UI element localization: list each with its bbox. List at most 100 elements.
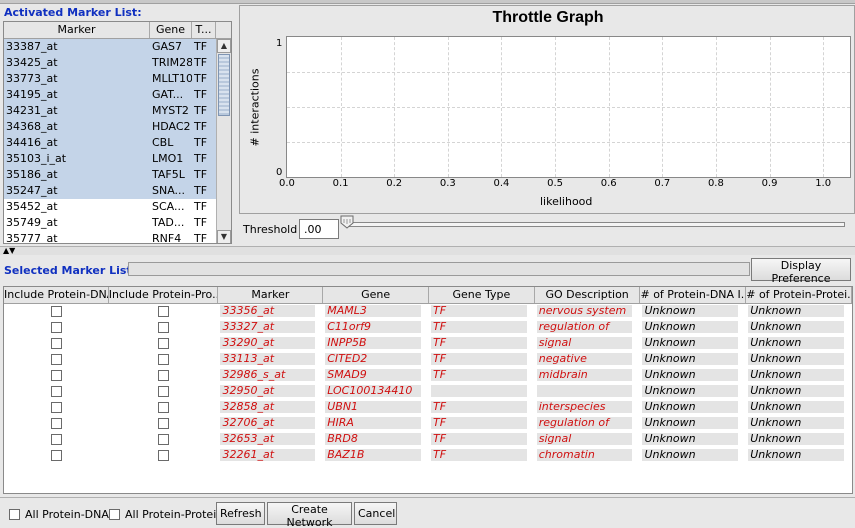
include-protein-protein-checkbox[interactable] xyxy=(158,338,170,349)
table-row[interactable]: 32653_at BRD8 TF signal Unknown Unknown xyxy=(4,432,852,448)
column-header-gene[interactable]: Gene xyxy=(150,22,192,38)
table-row[interactable]: 33113_at CITED2 TF negative Unknown Unknown xyxy=(4,352,852,368)
x-tick-label: 0.2 xyxy=(386,178,403,189)
table-row[interactable]: 35186_at TAF5L TF xyxy=(4,167,231,183)
activated-marker-table[interactable]: Marker Gene T... 33387_at GAS7 TF 33425_at T… xyxy=(3,21,232,244)
table-row[interactable]: 35103_i_at LMO1 TF xyxy=(4,151,231,167)
column-header-protein-protein-count[interactable]: # of Protein-Protei... xyxy=(746,287,852,303)
protein-protein-count-cell: Unknown xyxy=(746,320,852,336)
table-row[interactable]: 34195_at GAT... TF xyxy=(4,87,231,103)
include-protein-dna-checkbox[interactable] xyxy=(50,386,62,397)
column-header-marker[interactable]: Marker xyxy=(4,22,150,38)
create-network-button[interactable]: Create Network xyxy=(267,502,352,528)
table-row[interactable]: 33773_at MLLT10 TF xyxy=(4,71,231,87)
include-protein-protein-checkbox[interactable] xyxy=(158,306,170,317)
table-row[interactable]: 35777_at RNF4 TF xyxy=(4,231,231,243)
panel-splitter[interactable]: ▲▼ xyxy=(0,246,855,255)
include-protein-protein-checkbox[interactable] xyxy=(158,418,170,429)
include-protein-dna-checkbox[interactable] xyxy=(50,402,62,413)
selected-table-body: 33356_at MAML3 TF nervous system Unknown Unkn… xyxy=(4,304,852,464)
column-header-go-description[interactable]: GO Description xyxy=(535,287,641,303)
display-preference-button[interactable]: Display Preference xyxy=(751,258,851,285)
include-protein-protein-checkbox[interactable] xyxy=(158,450,170,461)
type-cell: TF xyxy=(194,88,208,101)
column-header-type[interactable]: T... xyxy=(192,22,216,38)
protein-protein-count-cell-text: Unknown xyxy=(748,401,844,413)
include-protein-protein-checkbox[interactable] xyxy=(158,322,170,333)
scrollbar-thumb[interactable] xyxy=(218,54,230,116)
table-row[interactable]: 35452_at SCA... TF xyxy=(4,199,231,215)
include-protein-protein-checkbox[interactable] xyxy=(158,370,170,381)
column-header-gene-type[interactable]: Gene Type xyxy=(429,287,535,303)
table-row[interactable]: 34416_at CBL TF xyxy=(4,135,231,151)
include-protein-dna-checkbox[interactable] xyxy=(50,434,62,445)
protein-dna-count-cell-text: Unknown xyxy=(642,337,739,349)
all-protein-protein-checkbox[interactable] xyxy=(109,509,120,520)
table-row[interactable]: 34368_at HDAC2 TF xyxy=(4,119,231,135)
include-protein-protein-checkbox[interactable] xyxy=(158,434,170,445)
bottom-toolbar: All Protein-DNA All Protein-Protein Refr… xyxy=(0,497,855,528)
gene-type-cell: TF xyxy=(429,304,535,320)
activated-list-scrollbar[interactable]: ▲ ▼ xyxy=(216,39,231,243)
threshold-slider-track[interactable] xyxy=(345,222,845,227)
threshold-slider-thumb[interactable] xyxy=(340,215,354,229)
gene-cell: MAML3 xyxy=(323,304,429,320)
all-protein-dna-checkbox[interactable] xyxy=(9,509,20,520)
include-protein-dna-checkbox[interactable] xyxy=(50,322,62,333)
include-protein-protein-cell xyxy=(109,352,219,368)
column-header-marker[interactable]: Marker xyxy=(218,287,324,303)
include-protein-dna-checkbox[interactable] xyxy=(50,306,62,317)
cancel-button[interactable]: Cancel xyxy=(354,502,397,525)
table-row[interactable]: 33327_at C11orf9 TF regulation of Unknown Unk… xyxy=(4,320,852,336)
column-header-include-protein-protein[interactable]: Include Protein-Pro... xyxy=(109,287,219,303)
go-description-cell-text: midbrain xyxy=(536,369,633,381)
scroll-up-button[interactable]: ▲ xyxy=(217,39,231,53)
table-row[interactable]: 35749_at TAD... TF xyxy=(4,215,231,231)
protein-dna-count-cell-text: Unknown xyxy=(642,449,739,461)
include-protein-protein-checkbox[interactable] xyxy=(158,354,170,365)
table-row[interactable]: 32950_at LOC100134410 Unknown Unknown xyxy=(4,384,852,400)
go-description-cell: signal xyxy=(535,336,641,352)
table-row[interactable]: 32706_at HIRA TF regulation of Unknown Unknow… xyxy=(4,416,852,432)
go-description-cell: regulation of xyxy=(535,416,641,432)
column-header-include-protein-dna[interactable]: Include Protein-DNA xyxy=(4,287,109,303)
go-description-cell-text: chromatin xyxy=(536,449,633,461)
column-header-protein-dna-count[interactable]: # of Protein-DNA I... xyxy=(640,287,747,303)
scroll-down-button[interactable]: ▼ xyxy=(217,230,231,243)
marker-cell: 35247_at xyxy=(6,184,58,197)
threshold-input[interactable] xyxy=(299,219,339,239)
include-protein-protein-cell xyxy=(109,368,219,384)
table-row[interactable]: 35247_at SNA... TF xyxy=(4,183,231,199)
protein-protein-count-cell: Unknown xyxy=(746,304,852,320)
go-description-cell xyxy=(535,384,641,400)
type-cell: TF xyxy=(194,56,208,69)
include-protein-protein-checkbox[interactable] xyxy=(158,386,170,397)
marker-cell: 33387_at xyxy=(6,40,58,53)
marker-cell: 32858_at xyxy=(218,400,323,416)
table-row[interactable]: 33290_at INPP5B TF signal Unknown Unknown xyxy=(4,336,852,352)
table-row[interactable]: 33425_at TRIM28 TF xyxy=(4,55,231,71)
include-protein-dna-checkbox[interactable] xyxy=(50,354,62,365)
include-protein-dna-checkbox[interactable] xyxy=(50,450,62,461)
gene-cell-text: CITED2 xyxy=(325,353,421,365)
protein-protein-count-cell-text: Unknown xyxy=(748,417,844,429)
table-row[interactable]: 34231_at MYST2 TF xyxy=(4,103,231,119)
table-row[interactable]: 33356_at MAML3 TF nervous system Unknown Unkn… xyxy=(4,304,852,320)
gene-type-cell-text: TF xyxy=(430,417,527,429)
table-row[interactable]: 32986_s_at SMAD9 TF midbrain Unknown Unknown xyxy=(4,368,852,384)
table-row[interactable]: 32261_at BAZ1B TF chromatin Unknown Unknown xyxy=(4,448,852,464)
gene-type-cell: TF xyxy=(429,320,535,336)
refresh-button[interactable]: Refresh xyxy=(216,502,265,525)
horizontal-gridline xyxy=(287,142,850,143)
include-protein-dna-checkbox[interactable] xyxy=(50,418,62,429)
column-header-gene[interactable]: Gene xyxy=(323,287,429,303)
table-row[interactable]: 32858_at UBN1 TF interspecies Unknown Unknown xyxy=(4,400,852,416)
include-protein-protein-checkbox[interactable] xyxy=(158,402,170,413)
include-protein-dna-checkbox[interactable] xyxy=(50,370,62,381)
y-axis-label: # interactions xyxy=(248,68,262,147)
collapse-down-icon[interactable]: ▼ xyxy=(9,246,15,255)
protein-dna-count-cell: Unknown xyxy=(640,416,746,432)
selected-marker-table[interactable]: Include Protein-DNA Include Protein-Pro.… xyxy=(3,286,853,494)
include-protein-dna-checkbox[interactable] xyxy=(50,338,62,349)
table-row[interactable]: 33387_at GAS7 TF xyxy=(4,39,231,55)
